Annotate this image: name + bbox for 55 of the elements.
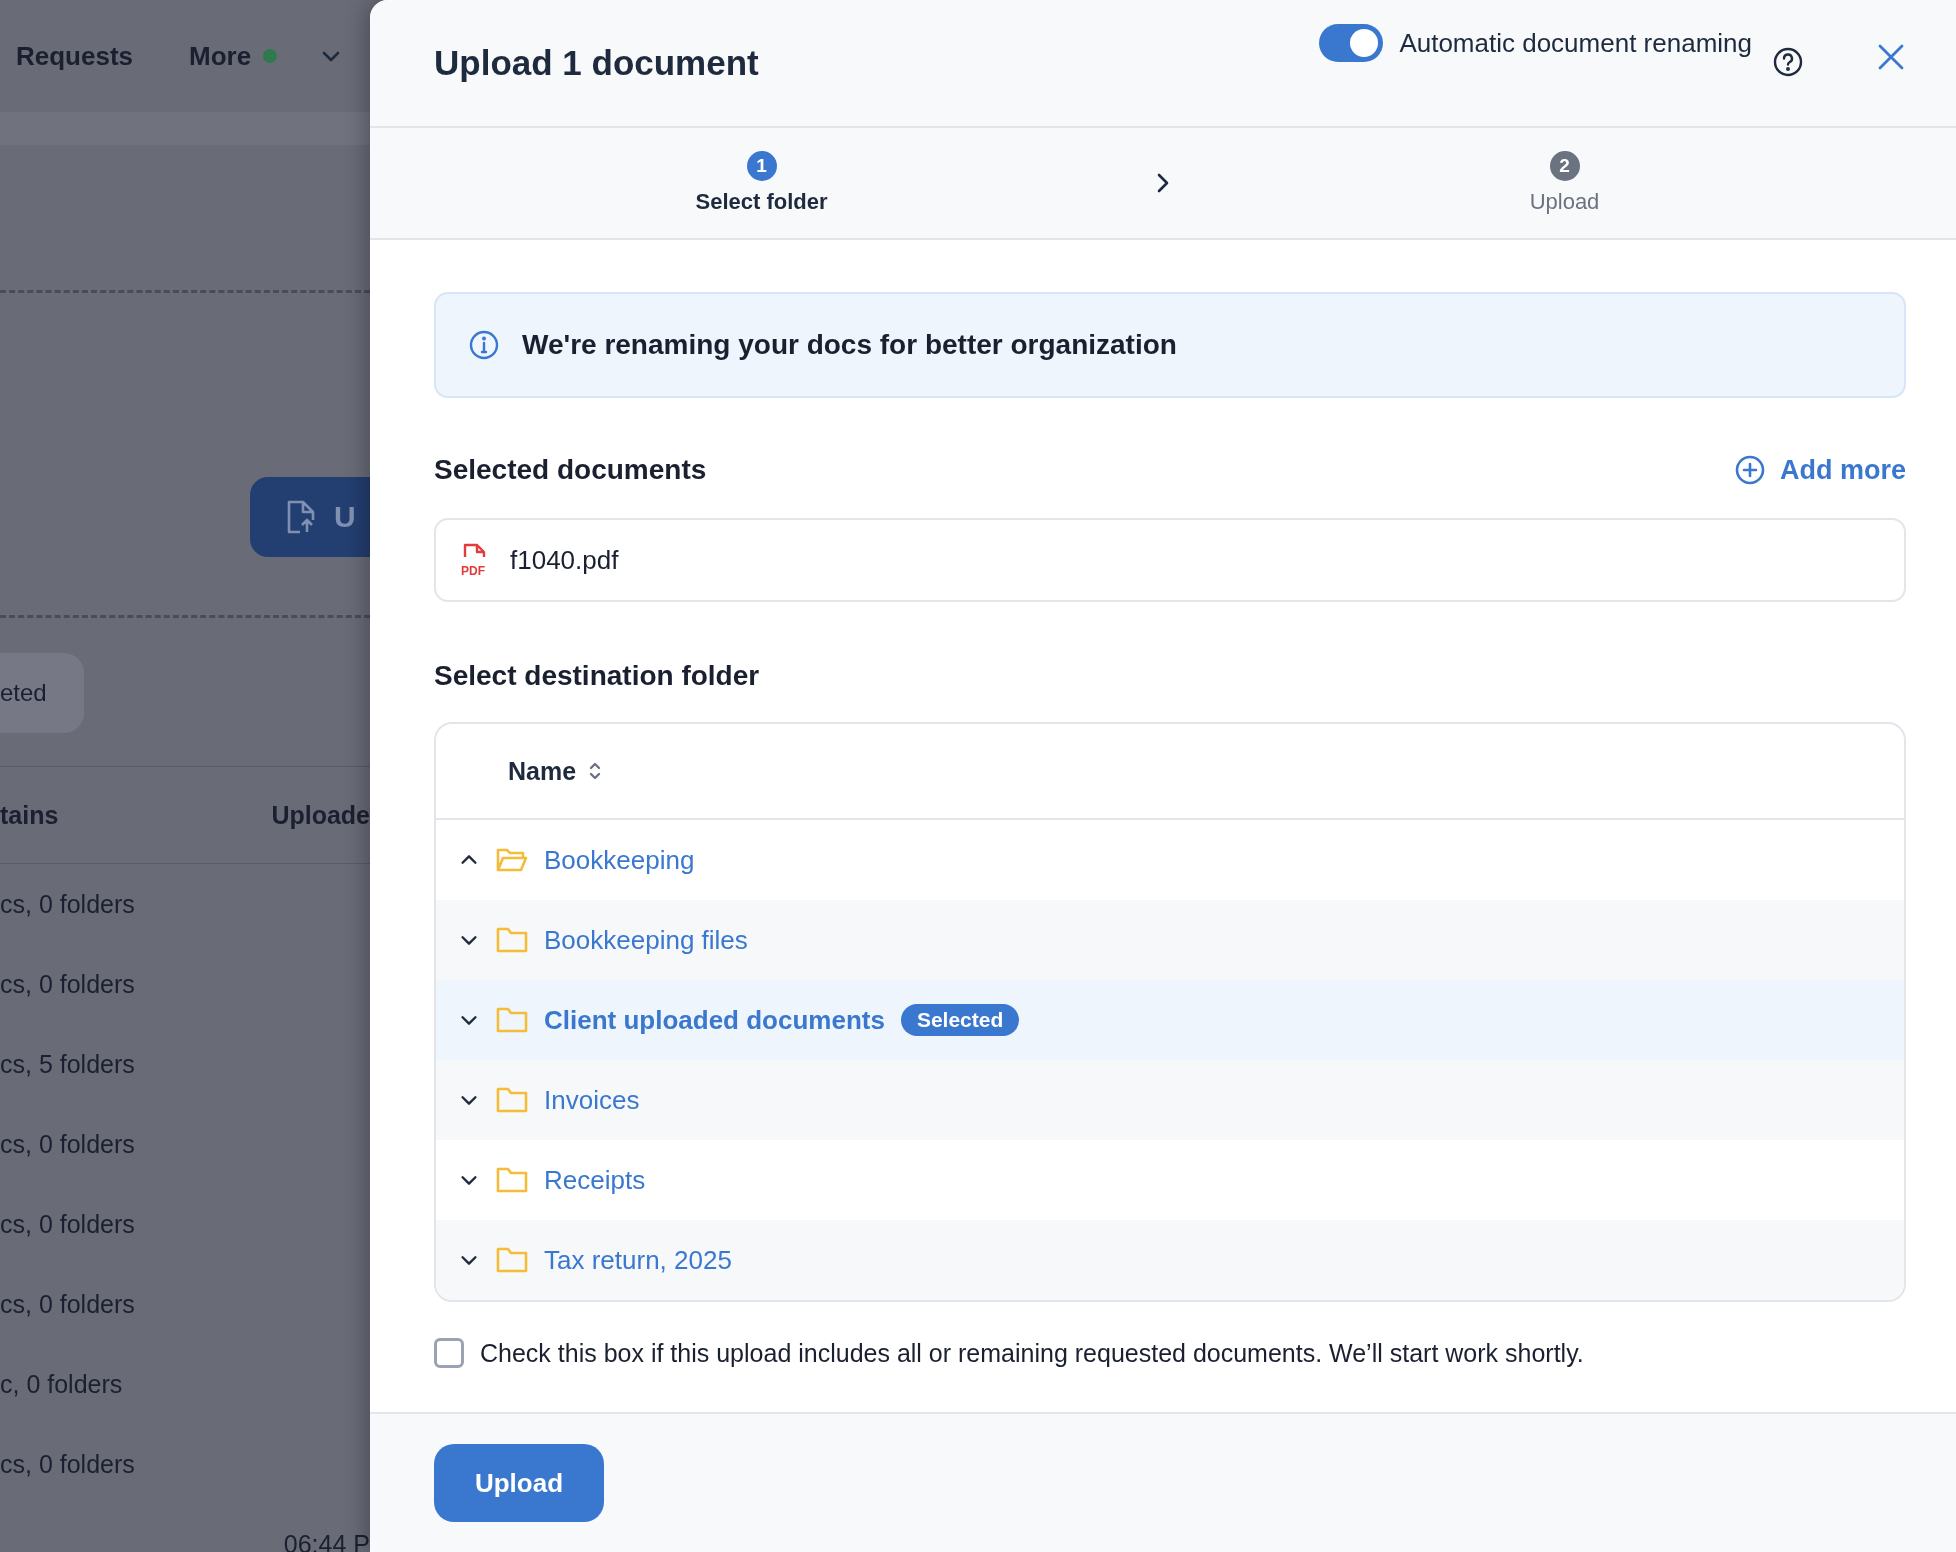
- info-text: We're renaming your docs for better organization: [522, 329, 1177, 361]
- sort-icon: [588, 760, 603, 782]
- table-cell: cs, 0 folders: [0, 1129, 135, 1159]
- folder-name[interactable]: Client uploaded documents: [544, 1004, 885, 1036]
- table-cell: c, 0 folders: [0, 1369, 123, 1399]
- table-cell: cs, 0 folders: [0, 1289, 135, 1319]
- folder-icon: [496, 926, 528, 954]
- close-icon[interactable]: [1876, 42, 1906, 72]
- column-header: Uploade: [271, 800, 370, 830]
- file-upload-icon: [286, 500, 316, 534]
- table-cell: cs, 0 folders: [0, 969, 135, 999]
- filter-chip[interactable]: eted: [0, 653, 84, 733]
- folder-row[interactable]: Tax return, 2025: [436, 1220, 1904, 1300]
- step-label[interactable]: Upload: [1529, 189, 1600, 215]
- info-icon: [468, 329, 500, 361]
- folder-name[interactable]: Bookkeeping: [544, 844, 695, 876]
- folder-row[interactable]: Invoices: [436, 1060, 1904, 1140]
- folder-row[interactable]: Bookkeeping files: [436, 900, 1904, 980]
- selected-badge: Selected: [900, 1004, 1020, 1036]
- column-header: tains: [0, 800, 59, 830]
- nav-link[interactable]: More: [189, 40, 252, 72]
- open-folder-icon: [496, 846, 528, 874]
- status-dot-icon: [263, 49, 278, 63]
- upload-button[interactable]: Upload: [434, 1444, 604, 1522]
- add-more-button[interactable]: Add more: [1734, 454, 1906, 486]
- step-number: 1: [746, 151, 777, 181]
- folder-name[interactable]: Invoices: [544, 1084, 640, 1116]
- step-label[interactable]: Select folder: [695, 189, 828, 215]
- folder-icon: [496, 1166, 528, 1194]
- folder-name[interactable]: Receipts: [544, 1164, 646, 1196]
- table-cell: cs, 0 folders: [0, 889, 135, 919]
- folder-icon: [496, 1246, 528, 1274]
- table-cell: cs, 0 folders: [0, 1209, 135, 1239]
- toggle-switch[interactable]: [1319, 24, 1384, 62]
- table-cell: cs, 0 folders: [0, 1449, 135, 1479]
- help-icon[interactable]: [1772, 46, 1804, 78]
- folder-icon: [496, 1006, 528, 1034]
- section-heading: Select destination folder: [434, 660, 760, 692]
- table-cell: 06:44 P: [283, 1529, 370, 1552]
- folder-row[interactable]: Client uploaded documents Selected: [436, 980, 1904, 1060]
- checkbox[interactable]: [434, 1338, 464, 1368]
- dialog-title: Upload 1 document: [434, 43, 760, 83]
- step-number: 2: [1549, 151, 1580, 181]
- name-column-header[interactable]: Name: [508, 756, 603, 786]
- folder-icon: [496, 1086, 528, 1114]
- nav-link[interactable]: Requests: [16, 40, 134, 72]
- table-cell: cs, 5 folders: [0, 1049, 135, 1079]
- toggle-label: Automatic document renaming: [1399, 28, 1752, 59]
- file-name: f1040.pdf: [510, 544, 619, 576]
- folder-name[interactable]: Tax return, 2025: [544, 1244, 732, 1276]
- section-heading: Selected documents: [434, 454, 707, 486]
- plus-circle-icon: [1734, 454, 1766, 486]
- folder-name[interactable]: Bookkeeping files: [544, 924, 748, 956]
- upload-button[interactable]: U: [250, 477, 370, 557]
- checkbox-label: Check this box if this upload includes all or remaining requested documents. We’ll start work shortly.: [480, 1338, 1584, 1368]
